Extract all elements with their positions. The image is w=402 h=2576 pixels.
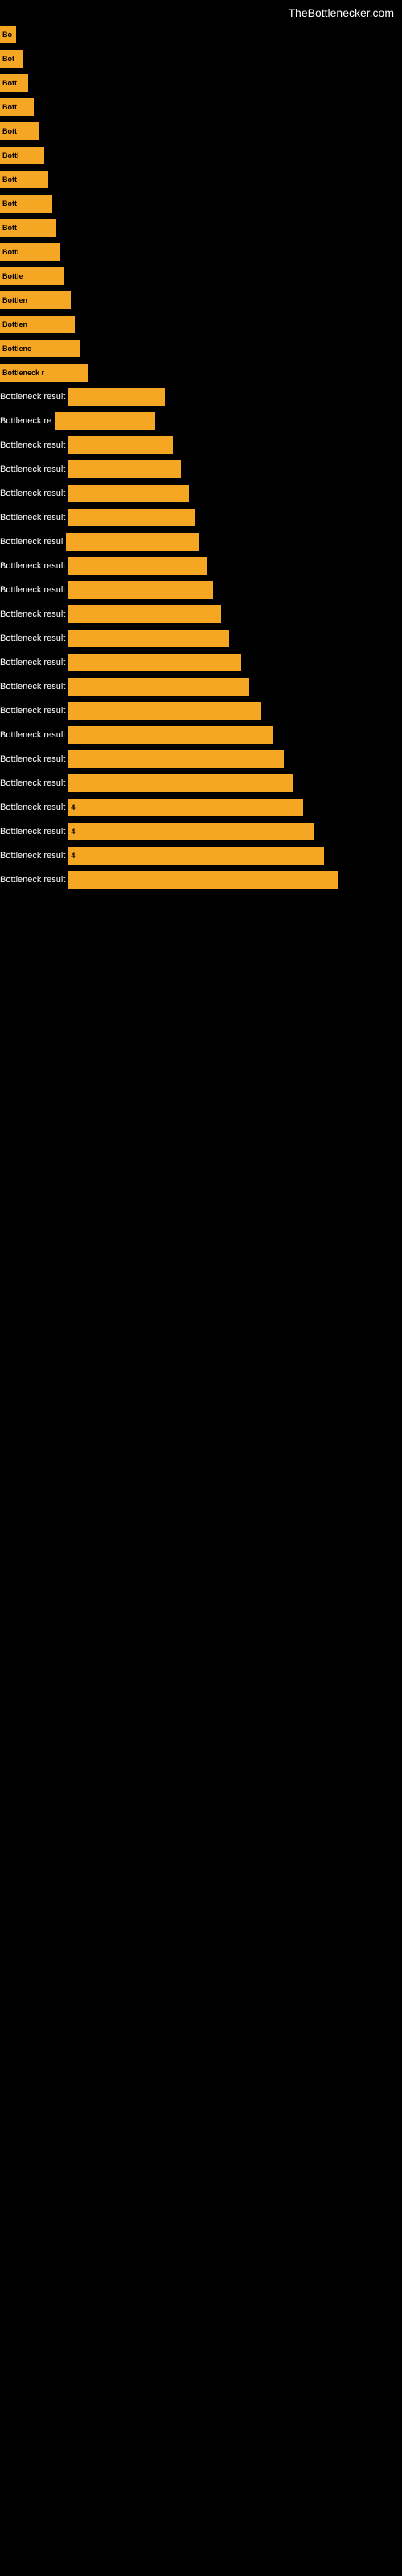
bar-label-16: Bottleneck re bbox=[0, 416, 55, 426]
bar-row-30: Bottleneck result bbox=[0, 747, 402, 771]
bar-row-18: Bottleneck result bbox=[0, 457, 402, 481]
bar-fill-0: Bo bbox=[0, 26, 16, 43]
bar-fill-11: Bottlen bbox=[0, 291, 71, 309]
bar-label-31: Bottleneck result bbox=[0, 778, 68, 788]
bar-fill-16 bbox=[55, 412, 155, 430]
bar-fill-5: Bottl bbox=[0, 147, 44, 164]
bar-fill-33: 4 bbox=[68, 823, 314, 840]
bar-label-20: Bottleneck result bbox=[0, 513, 68, 522]
bar-label-15: Bottleneck result bbox=[0, 392, 68, 402]
bar-fill-26 bbox=[68, 654, 241, 671]
site-title: TheBottlenecker.com bbox=[0, 0, 402, 23]
bar-fill-15 bbox=[68, 388, 165, 406]
bar-fill-20 bbox=[68, 509, 195, 526]
bar-fill-19 bbox=[68, 485, 189, 502]
bar-row-32: Bottleneck result4 bbox=[0, 795, 402, 819]
bar-label-19: Bottleneck result bbox=[0, 489, 68, 498]
bar-row-9: Bottl bbox=[0, 240, 402, 264]
bar-label-33: Bottleneck result bbox=[0, 827, 68, 836]
bar-row-7: Bott bbox=[0, 192, 402, 216]
bar-row-22: Bottleneck result bbox=[0, 554, 402, 578]
bar-row-1: Bot bbox=[0, 47, 402, 71]
bar-fill-31 bbox=[68, 774, 293, 792]
bar-label-29: Bottleneck result bbox=[0, 730, 68, 740]
bar-row-26: Bottleneck result bbox=[0, 650, 402, 675]
bar-row-16: Bottleneck re bbox=[0, 409, 402, 433]
bar-fill-7: Bott bbox=[0, 195, 52, 213]
bar-fill-18 bbox=[68, 460, 181, 478]
bar-label-23: Bottleneck result bbox=[0, 585, 68, 595]
bar-fill-23 bbox=[68, 581, 213, 599]
page-wrapper: TheBottlenecker.com Bo Bot Bott Bott Bott Bot… bbox=[0, 0, 402, 2576]
bar-fill-28 bbox=[68, 702, 261, 720]
bar-fill-30 bbox=[68, 750, 284, 768]
bar-label-32: Bottleneck result bbox=[0, 803, 68, 812]
bar-fill-3: Bott bbox=[0, 98, 34, 116]
bar-row-20: Bottleneck result bbox=[0, 506, 402, 530]
bar-row-5: Bottl bbox=[0, 143, 402, 167]
bar-fill-34: 4 bbox=[68, 847, 324, 865]
bar-fill-29 bbox=[68, 726, 273, 744]
bars-container: Bo Bot Bott Bott Bott Bottl Bott Bott Bott Bottl B… bbox=[0, 23, 402, 892]
bar-fill-10: Bottle bbox=[0, 267, 64, 285]
bar-fill-32: 4 bbox=[68, 799, 303, 816]
bar-fill-4: Bott bbox=[0, 122, 39, 140]
bar-row-8: Bott bbox=[0, 216, 402, 240]
bar-label-18: Bottleneck result bbox=[0, 464, 68, 474]
bar-row-34: Bottleneck result4 bbox=[0, 844, 402, 868]
bar-row-28: Bottleneck result bbox=[0, 699, 402, 723]
bar-row-13: Bottlene bbox=[0, 336, 402, 361]
bar-row-21: Bottleneck resul bbox=[0, 530, 402, 554]
bar-fill-13: Bottlene bbox=[0, 340, 80, 357]
bar-fill-17 bbox=[68, 436, 173, 454]
bar-row-0: Bo bbox=[0, 23, 402, 47]
bar-row-35: Bottleneck result bbox=[0, 868, 402, 892]
bar-fill-12: Bottlen bbox=[0, 316, 75, 333]
bar-label-25: Bottleneck result bbox=[0, 634, 68, 643]
bar-label-28: Bottleneck result bbox=[0, 706, 68, 716]
bar-fill-22 bbox=[68, 557, 207, 575]
bar-fill-1: Bot bbox=[0, 50, 23, 68]
bar-row-23: Bottleneck result bbox=[0, 578, 402, 602]
bar-fill-25 bbox=[68, 630, 229, 647]
bar-row-4: Bott bbox=[0, 119, 402, 143]
bar-row-2: Bott bbox=[0, 71, 402, 95]
bar-label-27: Bottleneck result bbox=[0, 682, 68, 691]
bar-fill-14: Bottleneck r bbox=[0, 364, 88, 382]
bar-fill-27 bbox=[68, 678, 249, 696]
bar-row-27: Bottleneck result bbox=[0, 675, 402, 699]
bar-label-26: Bottleneck result bbox=[0, 658, 68, 667]
bar-fill-21 bbox=[66, 533, 199, 551]
bar-row-15: Bottleneck result bbox=[0, 385, 402, 409]
bar-row-12: Bottlen bbox=[0, 312, 402, 336]
bar-label-30: Bottleneck result bbox=[0, 754, 68, 764]
bar-fill-2: Bott bbox=[0, 74, 28, 92]
bar-label-35: Bottleneck result bbox=[0, 875, 68, 885]
bar-row-29: Bottleneck result bbox=[0, 723, 402, 747]
bar-label-34: Bottleneck result bbox=[0, 851, 68, 861]
bar-row-6: Bott bbox=[0, 167, 402, 192]
bar-row-11: Bottlen bbox=[0, 288, 402, 312]
bar-fill-35 bbox=[68, 871, 338, 889]
bar-label-21: Bottleneck resul bbox=[0, 537, 66, 547]
bar-label-24: Bottleneck result bbox=[0, 609, 68, 619]
bar-row-25: Bottleneck result bbox=[0, 626, 402, 650]
bar-row-19: Bottleneck result bbox=[0, 481, 402, 506]
bar-fill-9: Bottl bbox=[0, 243, 60, 261]
bar-row-24: Bottleneck result bbox=[0, 602, 402, 626]
bar-label-17: Bottleneck result bbox=[0, 440, 68, 450]
bar-row-31: Bottleneck result bbox=[0, 771, 402, 795]
bar-row-10: Bottle bbox=[0, 264, 402, 288]
bar-row-33: Bottleneck result4 bbox=[0, 819, 402, 844]
bar-row-3: Bott bbox=[0, 95, 402, 119]
bar-fill-8: Bott bbox=[0, 219, 56, 237]
bar-fill-24 bbox=[68, 605, 221, 623]
bar-row-17: Bottleneck result bbox=[0, 433, 402, 457]
bar-label-22: Bottleneck result bbox=[0, 561, 68, 571]
bar-row-14: Bottleneck r bbox=[0, 361, 402, 385]
bar-fill-6: Bott bbox=[0, 171, 48, 188]
